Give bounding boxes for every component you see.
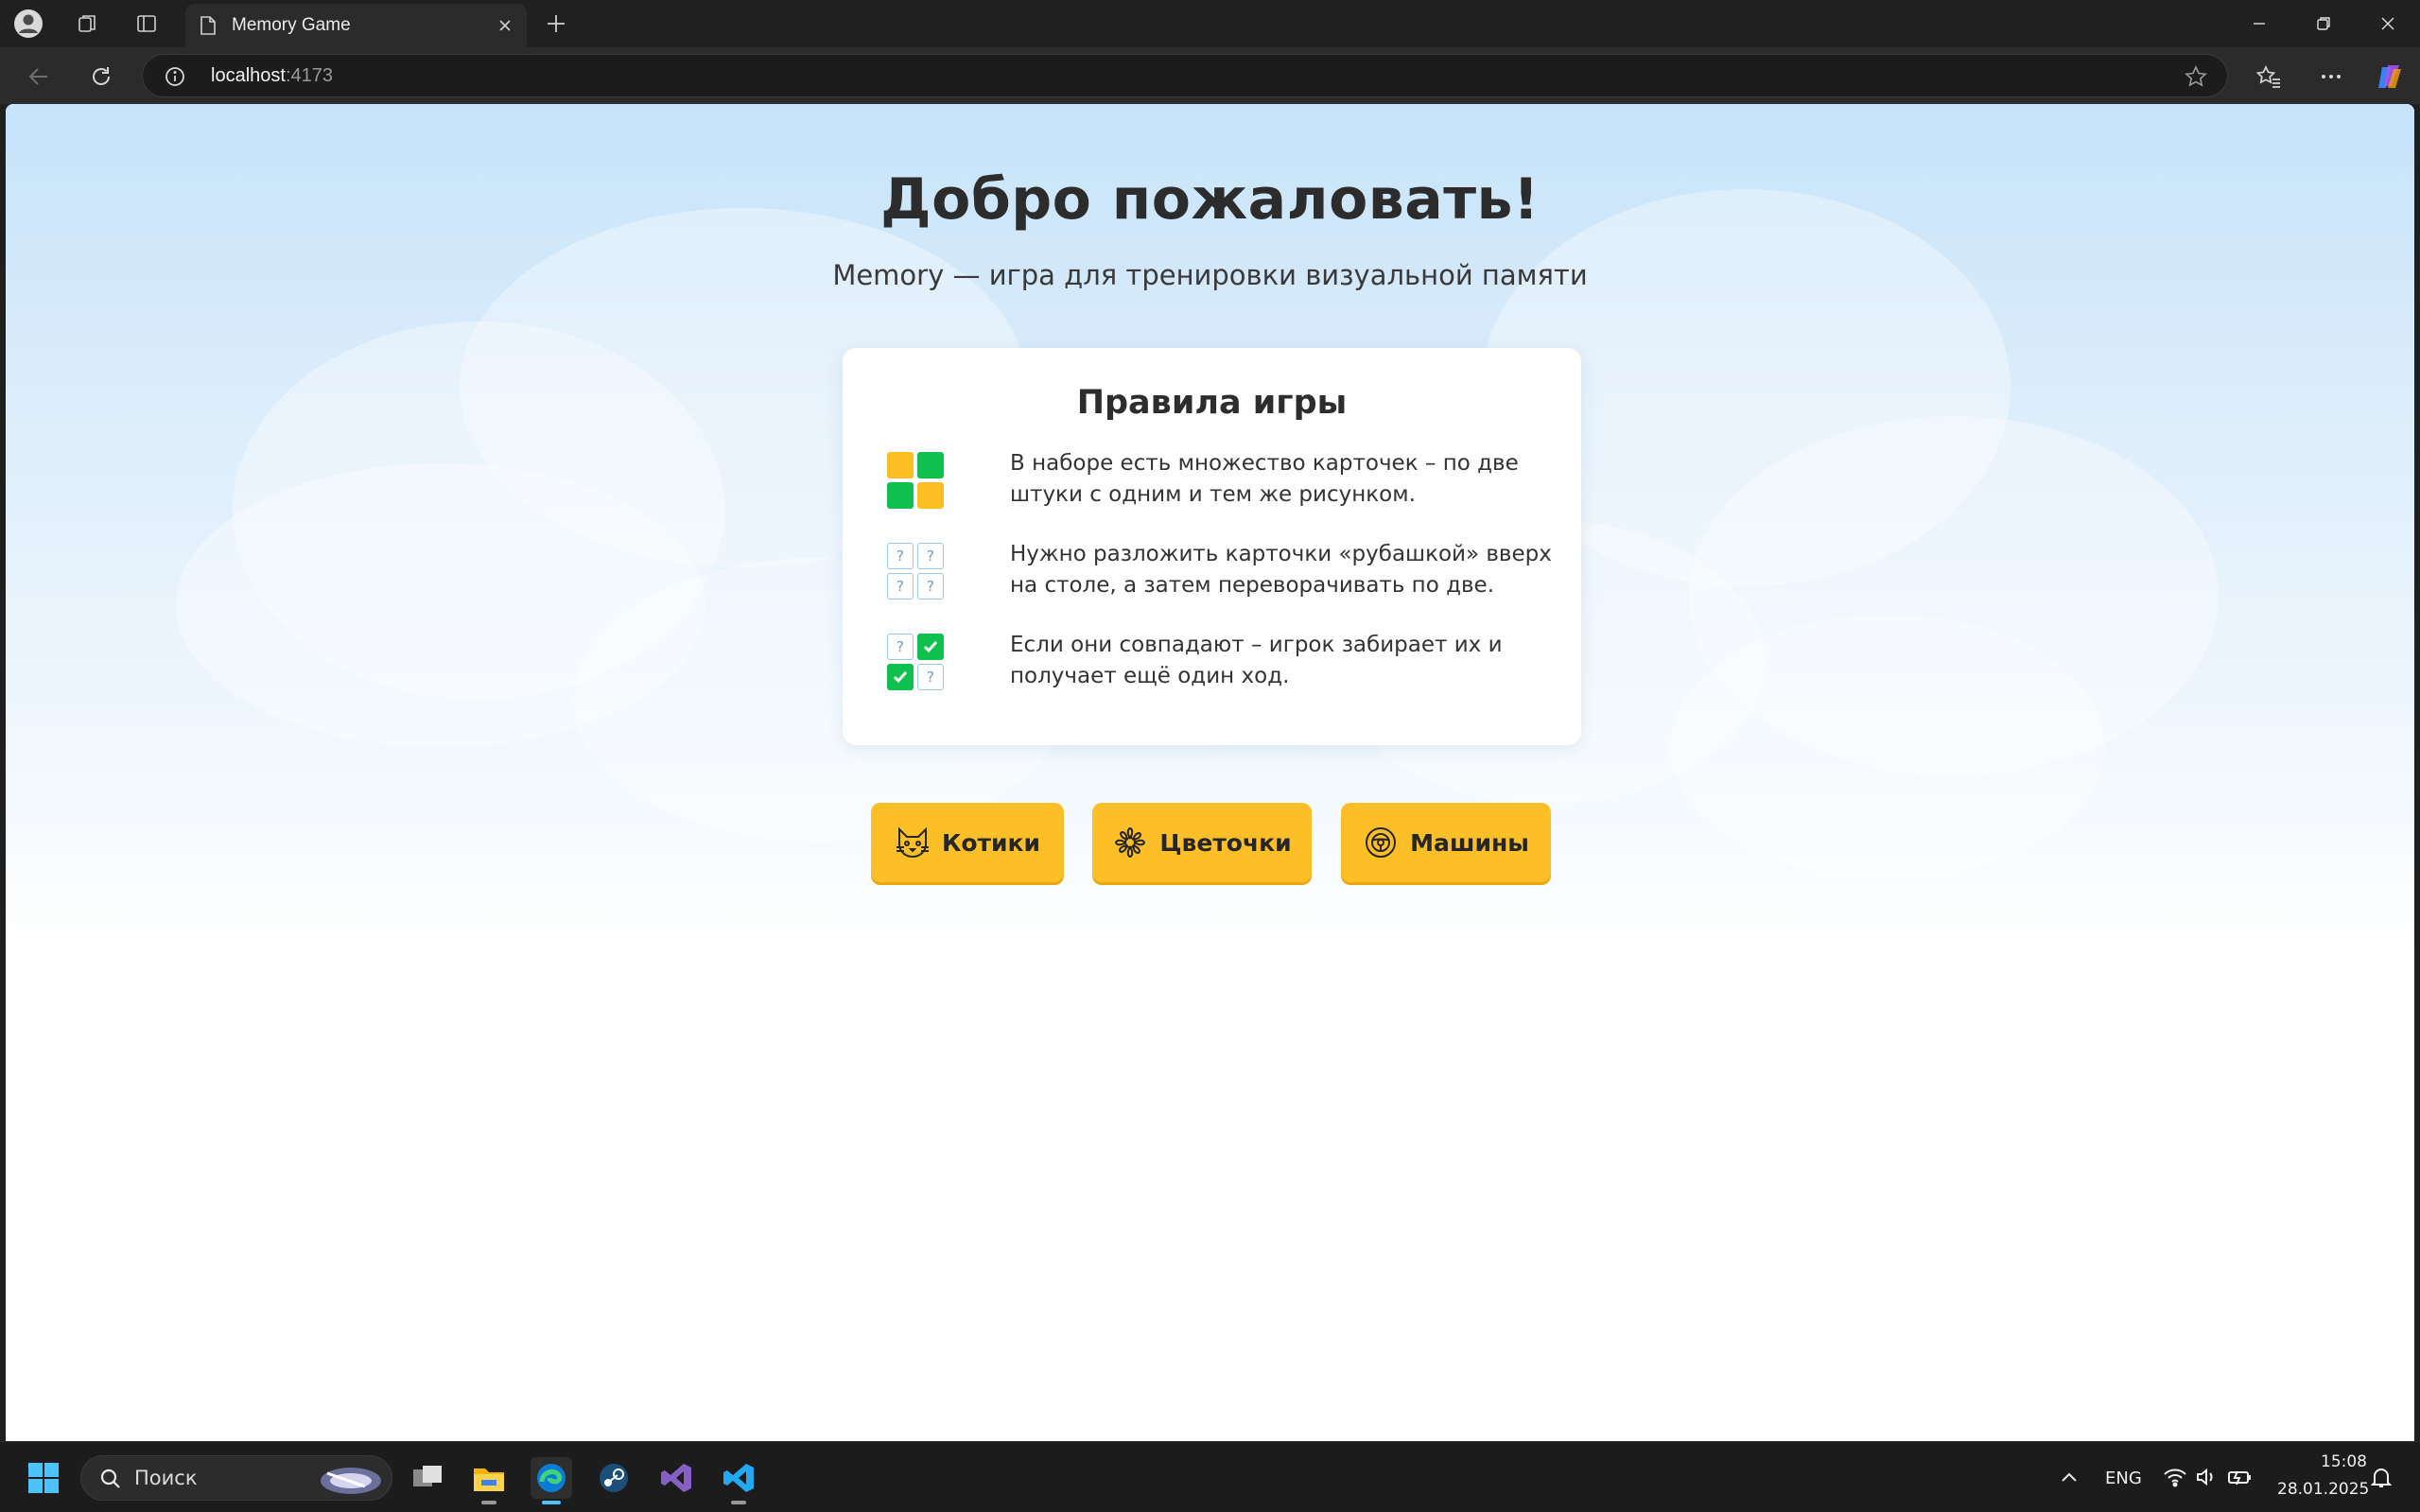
edge-browser-icon[interactable] [531,1457,572,1504]
wifi-icon[interactable] [2163,1467,2187,1491]
refresh-icon[interactable] [85,61,117,93]
new-tab-icon[interactable] [541,9,571,39]
rule-text: Нужно разложить карточки «рубашкой» ввер… [1010,542,1552,598]
task-view-icon[interactable] [407,1457,448,1499]
favorite-star-icon[interactable] [2184,64,2208,89]
search-highlight-icon [318,1460,384,1502]
cards-pairs-icon [887,452,946,511]
cards-match-icon: ? ? [887,634,946,692]
cards-facedown-icon: ?? ?? [887,543,946,601]
visual-studio-icon[interactable] [655,1457,697,1499]
theme-button-cats[interactable]: Котики [871,803,1064,882]
back-icon[interactable] [23,61,55,93]
vscode-icon[interactable] [718,1457,759,1504]
theme-button-label: Котики [941,828,1041,857]
browser-titlebar: Memory Game [0,0,2420,47]
rule-item: ? ? Если они совпадают – игрок забирает … [887,633,1549,700]
file-explorer-icon[interactable] [468,1457,510,1504]
theme-button-cars[interactable]: Машины [1341,803,1551,882]
cat-icon [895,825,931,860]
chevron-up-icon[interactable] [2048,1457,2090,1499]
flower-icon [1112,825,1148,860]
more-menu-icon[interactable] [2315,61,2347,93]
theme-button-label: Машины [1410,828,1529,857]
search-placeholder: Поиск [134,1467,198,1489]
rule-item: ?? ?? Нужно разложить карточки «рубашкой… [887,542,1552,609]
favorites-icon[interactable] [2253,61,2285,93]
close-tab-icon[interactable] [493,13,517,38]
active-indicator [542,1501,561,1504]
theme-button-label: Цветочки [1159,828,1292,857]
page-heading: Добро пожаловать! [880,166,1540,233]
tab-actions-icon[interactable] [131,9,162,39]
page-viewport: Добро пожаловать! Memory — игра для трен… [6,104,2414,1441]
volume-icon[interactable] [2195,1467,2218,1491]
taskbar-search[interactable]: Поиск [80,1455,392,1501]
close-window-icon[interactable] [2356,0,2420,47]
search-icon [98,1467,123,1495]
running-indicator [731,1501,746,1504]
clock-date[interactable]: 28.01.2025 [2277,1480,2369,1499]
notification-bell-icon[interactable] [2370,1467,2393,1493]
restore-icon[interactable] [2291,0,2356,47]
page-icon [199,15,218,40]
browser-toolbar: localhost:4173 [0,47,2420,104]
theme-button-flowers[interactable]: Цветочки [1092,803,1312,882]
copilot-icon[interactable] [2374,61,2406,93]
profile-avatar-icon[interactable] [13,9,44,39]
rule-item: В наборе есть множество карточек – по дв… [887,451,1549,518]
site-info-icon[interactable] [164,65,186,88]
tab-memory-game[interactable]: Memory Game [185,4,527,47]
language-indicator[interactable]: ENG [2105,1469,2142,1488]
steering-wheel-icon [1363,825,1399,860]
clock-time[interactable]: 15:08 [2321,1452,2367,1471]
tab-title: Memory Game [232,15,351,35]
rule-text: Если они совпадают – игрок забирает их и… [1010,633,1503,688]
address-bar[interactable]: localhost:4173 [142,54,2228,97]
workspaces-icon[interactable] [72,9,102,39]
page-subtitle: Memory — игра для тренировки визуальной … [832,259,1588,291]
rules-title: Правила игры [1076,384,1348,422]
url-text[interactable]: localhost:4173 [211,65,333,87]
url-port: :4173 [285,65,333,86]
rule-text: В наборе есть множество карточек – по дв… [1010,451,1519,507]
rules-card: Правила игры В наборе есть множество кар… [843,348,1581,745]
minimize-icon[interactable] [2227,0,2291,47]
battery-icon[interactable] [2227,1467,2254,1491]
running-indicator [481,1501,496,1504]
start-windows-icon[interactable] [23,1457,64,1499]
url-host: localhost [211,65,286,86]
steam-icon[interactable] [593,1457,635,1499]
windows-taskbar: Поиск ENG 15:08 28.01.2025 [0,1441,2420,1512]
